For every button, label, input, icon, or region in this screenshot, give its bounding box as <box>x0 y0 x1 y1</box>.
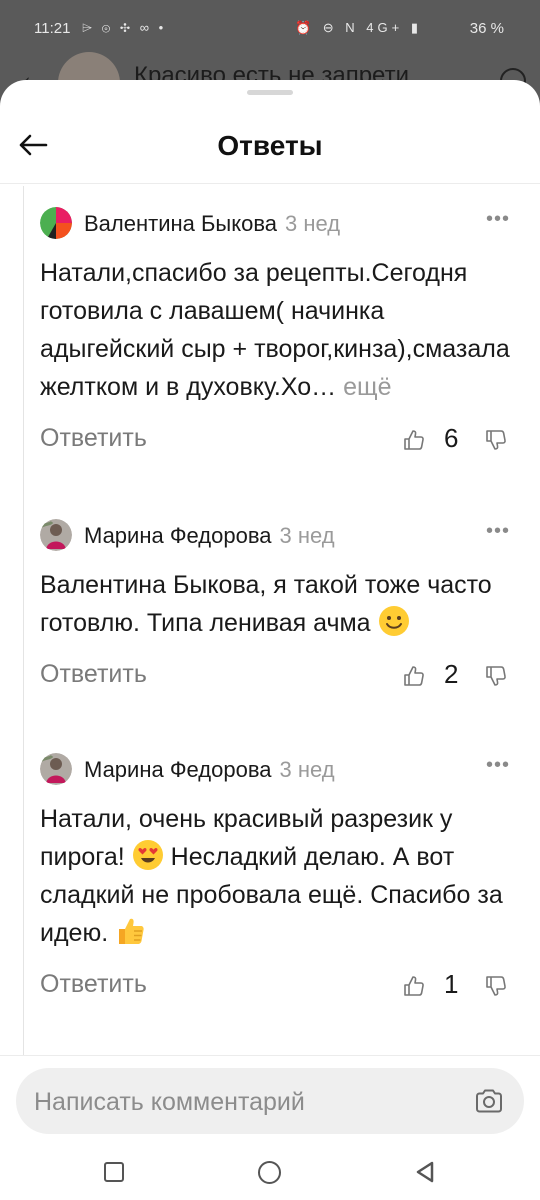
author-name[interactable]: Марина Федорова <box>84 757 272 782</box>
nav-back-icon[interactable] <box>414 1160 436 1184</box>
avatar[interactable] <box>40 207 72 239</box>
author-name[interactable]: Марина Федорова <box>84 523 272 548</box>
system-icons: ⏰ ⊖ N 4G+ ▮ <box>294 20 422 35</box>
expand-comment-link[interactable]: ещё <box>343 373 391 401</box>
comment-date: 3 нед <box>279 523 335 548</box>
like-count: 2 <box>444 659 459 689</box>
comment-item: Марина Федорова 3 нед ••• Валентина Быков… <box>40 516 520 696</box>
comment-author[interactable]: Марина Федорова 3 нед <box>84 757 335 783</box>
camera-icon[interactable] <box>474 1086 504 1116</box>
reply-button[interactable]: Ответить <box>40 970 147 999</box>
comment-item: Марина Федорова 3 нед ••• Натали, очень к… <box>40 750 520 1006</box>
comment-text: Натали,спасибо за рецепты.Сегодня готови… <box>40 254 510 406</box>
like-count: 6 <box>444 423 459 453</box>
comment-actions: Ответить 2 <box>40 656 520 696</box>
replies-sheet: Ответы Валентина Быкова 3 нед ••• Натали,… <box>0 80 540 1200</box>
thread-line <box>23 186 24 1056</box>
reply-button[interactable]: Ответить <box>40 424 147 453</box>
comment-text: Натали, очень красивый разрезик у пирога… <box>40 800 510 952</box>
comment-date: 3 нед <box>285 211 341 236</box>
notification-icons: ⌲ ⊚ ✣ ∞ • <box>82 20 167 35</box>
composer-divider <box>0 1055 540 1056</box>
thumbs-up-icon[interactable] <box>402 974 426 998</box>
thumbs-down-icon[interactable] <box>484 974 508 998</box>
comment-author[interactable]: Валентина Быкова 3 нед <box>84 211 340 237</box>
thumbs-down-icon[interactable] <box>484 664 508 688</box>
comment-input[interactable]: Написать комментарий <box>16 1068 524 1134</box>
comment-actions: Ответить 6 <box>40 420 520 460</box>
status-time: 11:21 <box>34 20 71 37</box>
thumbs-up-icon[interactable] <box>402 664 426 688</box>
thumbs-down-icon[interactable] <box>484 428 508 452</box>
recent-apps-icon[interactable] <box>104 1162 124 1182</box>
avatar[interactable] <box>40 753 72 785</box>
avatar-image <box>40 519 72 551</box>
thumbs-up-icon[interactable] <box>402 428 426 452</box>
home-icon[interactable] <box>258 1161 281 1184</box>
sheet-header: Ответы <box>0 110 540 184</box>
comment-body: Натали,спасибо за рецепты.Сегодня готови… <box>40 259 510 401</box>
system-navigation-bar <box>0 1140 540 1200</box>
heart-eyes-face-icon <box>132 840 163 870</box>
comment-text: Валентина Быкова, я такой тоже часто гот… <box>40 566 510 642</box>
more-options-icon[interactable]: ••• <box>486 208 510 231</box>
like-count: 1 <box>444 969 459 999</box>
comment-item: Валентина Быкова 3 нед ••• Натали,спасибо… <box>40 204 520 460</box>
comment-actions: Ответить 1 <box>40 966 520 1006</box>
comment-date: 3 нед <box>279 757 335 782</box>
more-options-icon[interactable]: ••• <box>486 520 510 543</box>
avatar-image <box>40 207 72 239</box>
avatar-image <box>40 753 72 785</box>
status-bar: 11:21 ⌲ ⊚ ✣ ∞ • ⏰ ⊖ N 4G+ ▮ 36 % <box>0 0 540 58</box>
thumbs-up-emoji-icon <box>119 918 144 944</box>
comment-body: Валентина Быкова, я такой тоже часто гот… <box>40 571 492 637</box>
more-options-icon[interactable]: ••• <box>486 754 510 777</box>
avatar[interactable] <box>40 519 72 551</box>
author-name[interactable]: Валентина Быкова <box>84 211 277 236</box>
battery-level: 36 % <box>469 20 504 37</box>
slightly-smiling-face-icon <box>378 606 409 636</box>
comment-author[interactable]: Марина Федорова 3 нед <box>84 523 335 549</box>
comment-input-placeholder: Написать комментарий <box>34 1088 305 1116</box>
sheet-grabber[interactable] <box>247 90 293 95</box>
reply-button[interactable]: Ответить <box>40 660 147 689</box>
page-title: Ответы <box>217 130 323 161</box>
